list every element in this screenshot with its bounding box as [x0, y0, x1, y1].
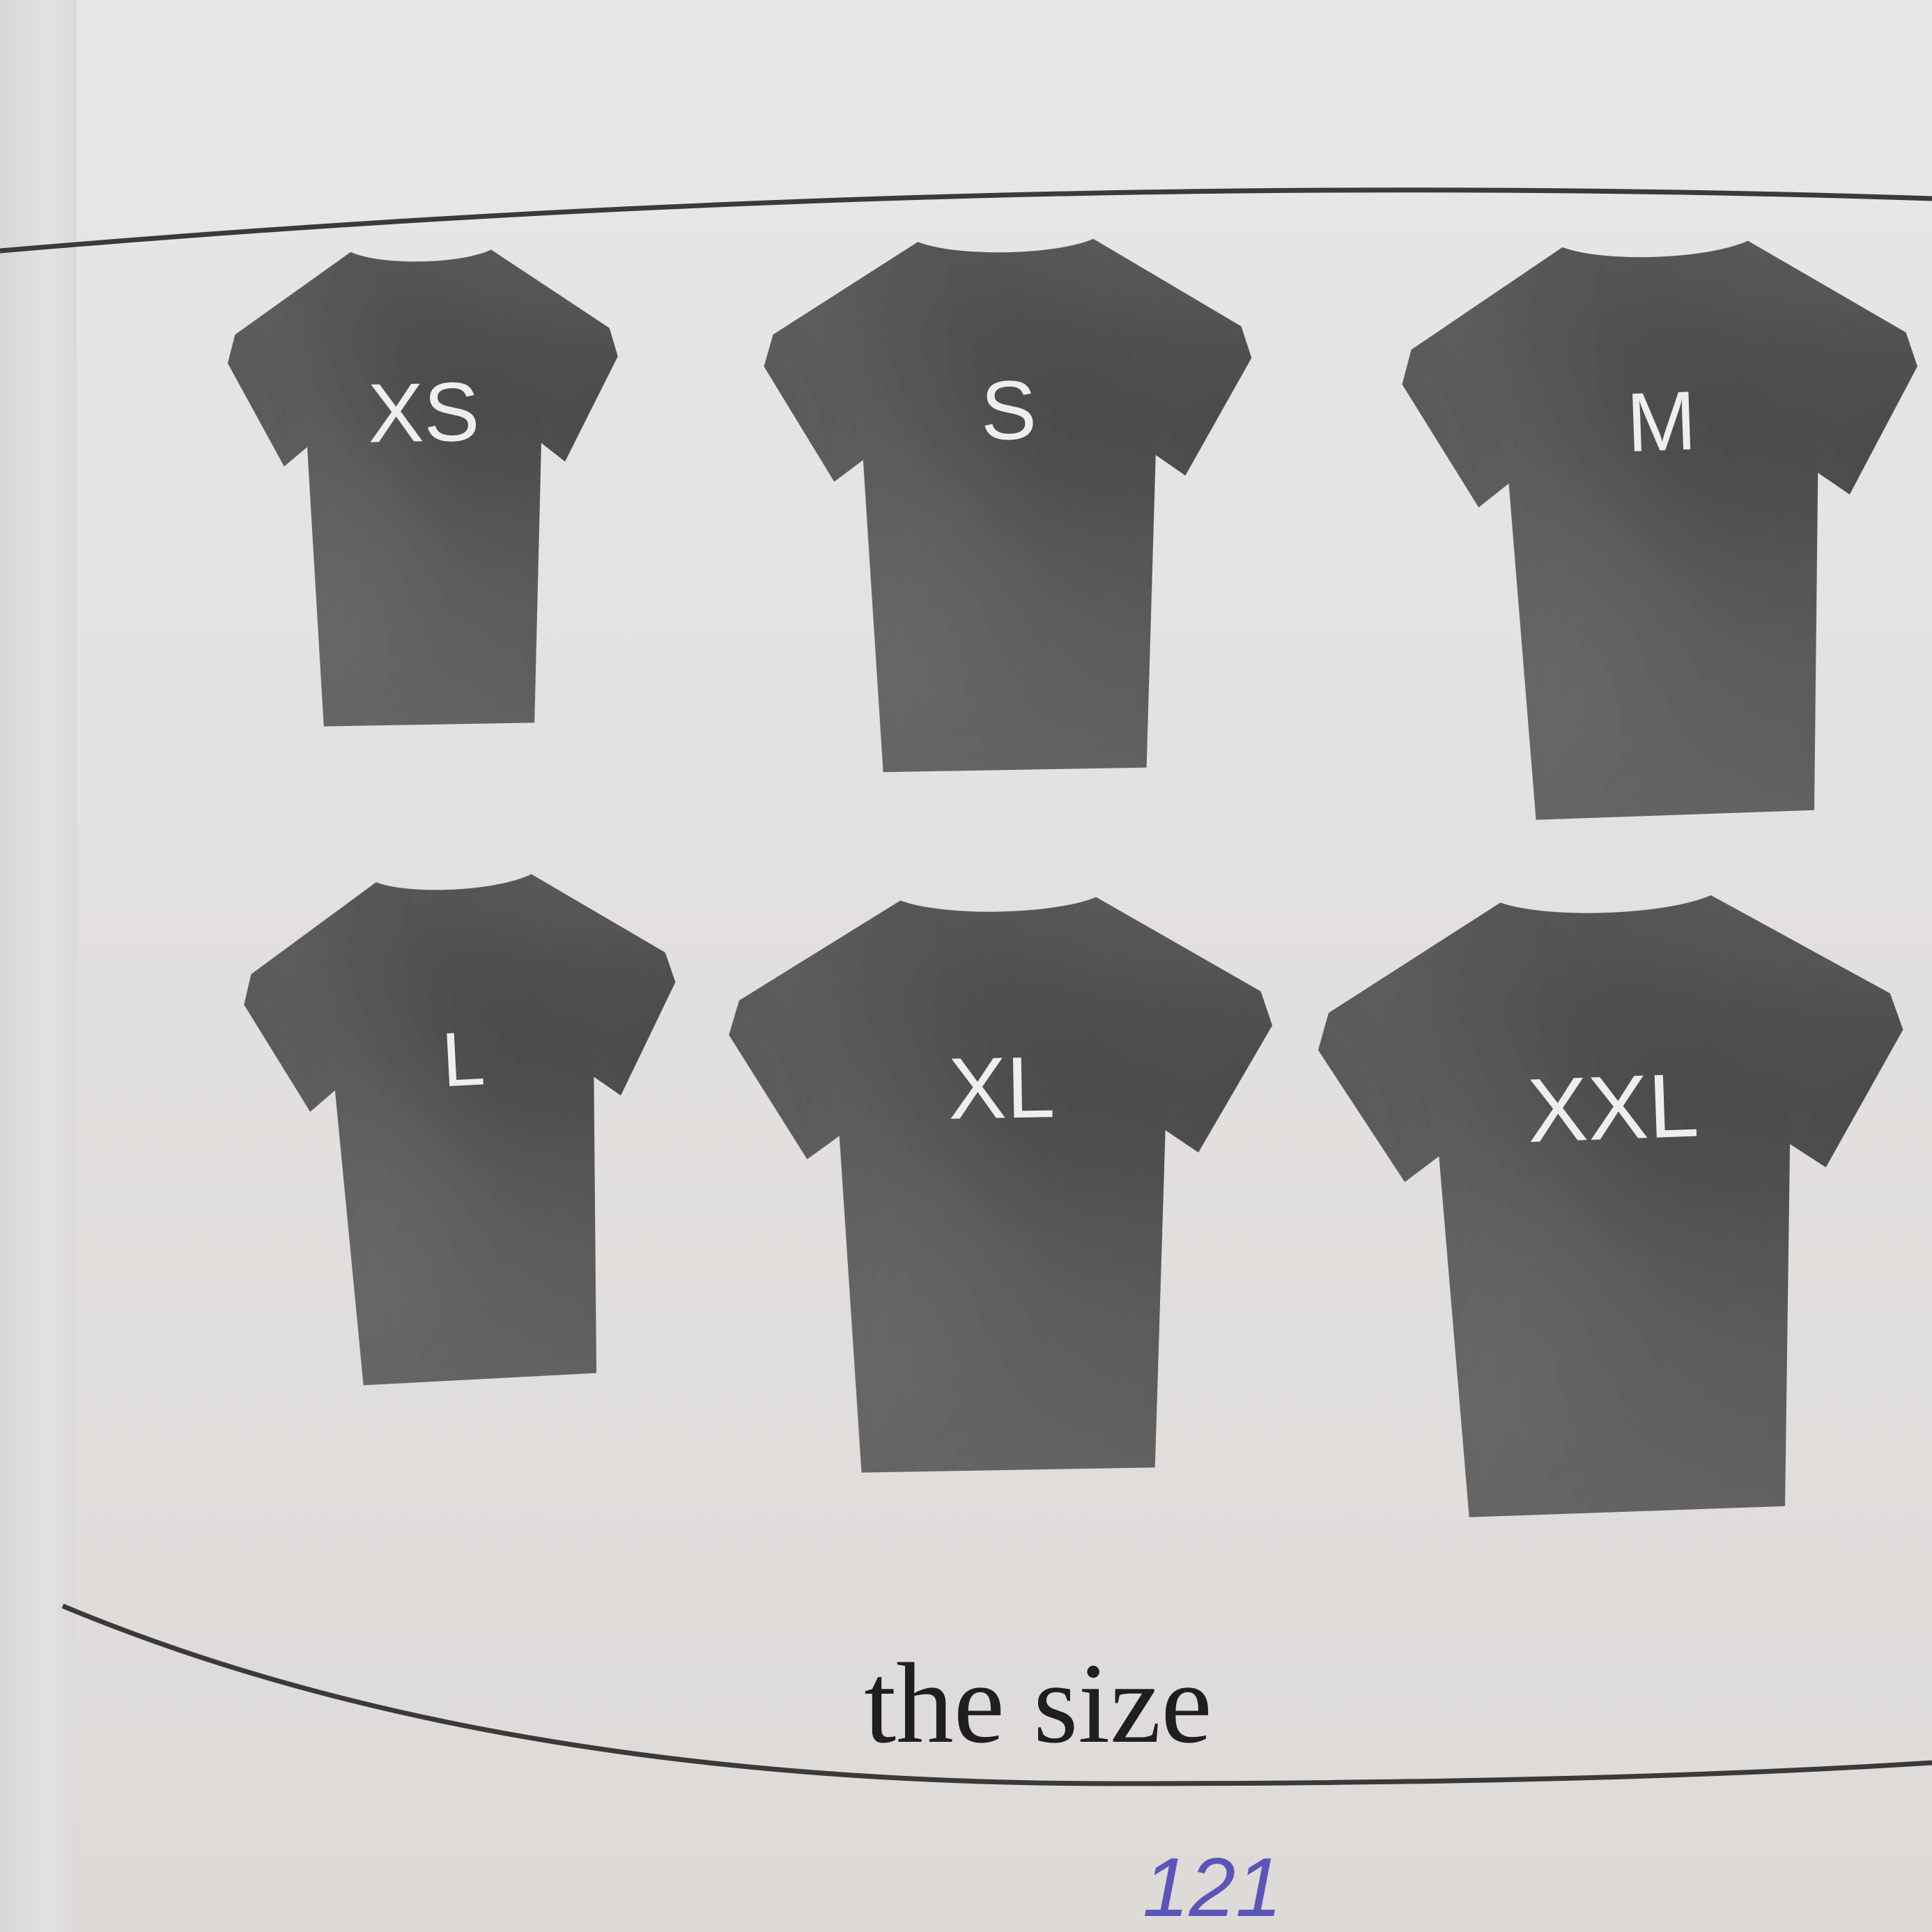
size-label: XL [948, 1039, 1056, 1138]
size-label: S [980, 364, 1037, 458]
tshirt-m: M [1397, 235, 1932, 824]
top-frame-line [0, 187, 1932, 254]
tshirt-xxl: XXL [1313, 888, 1920, 1522]
illustration-panel: XS S M L XL XXL the size 121 [0, 187, 1932, 1932]
size-label: XS [367, 365, 480, 461]
figure-caption: the size [864, 1639, 1212, 1767]
handwritten-page-number: 121 [1143, 1841, 1282, 1932]
tshirt-icon [238, 867, 696, 1391]
tshirt-xs: XS [226, 247, 624, 728]
tshirt-grid: XS S M L XL XXL [226, 235, 1932, 1522]
tshirt-icon [1397, 235, 1932, 824]
tshirt-icon [762, 235, 1259, 775]
tshirt-icon [226, 247, 624, 728]
tshirt-xl: XL [726, 894, 1281, 1475]
tshirt-s: S [762, 235, 1259, 775]
book-page: XS S M L XL XXL the size 121 [0, 0, 1932, 1932]
tshirt-icon [726, 894, 1281, 1475]
tshirt-l: L [238, 867, 696, 1391]
size-label: XXL [1526, 1054, 1701, 1161]
size-label: M [1625, 374, 1698, 470]
size-label: L [440, 1015, 487, 1103]
tshirt-icon [1313, 888, 1920, 1522]
